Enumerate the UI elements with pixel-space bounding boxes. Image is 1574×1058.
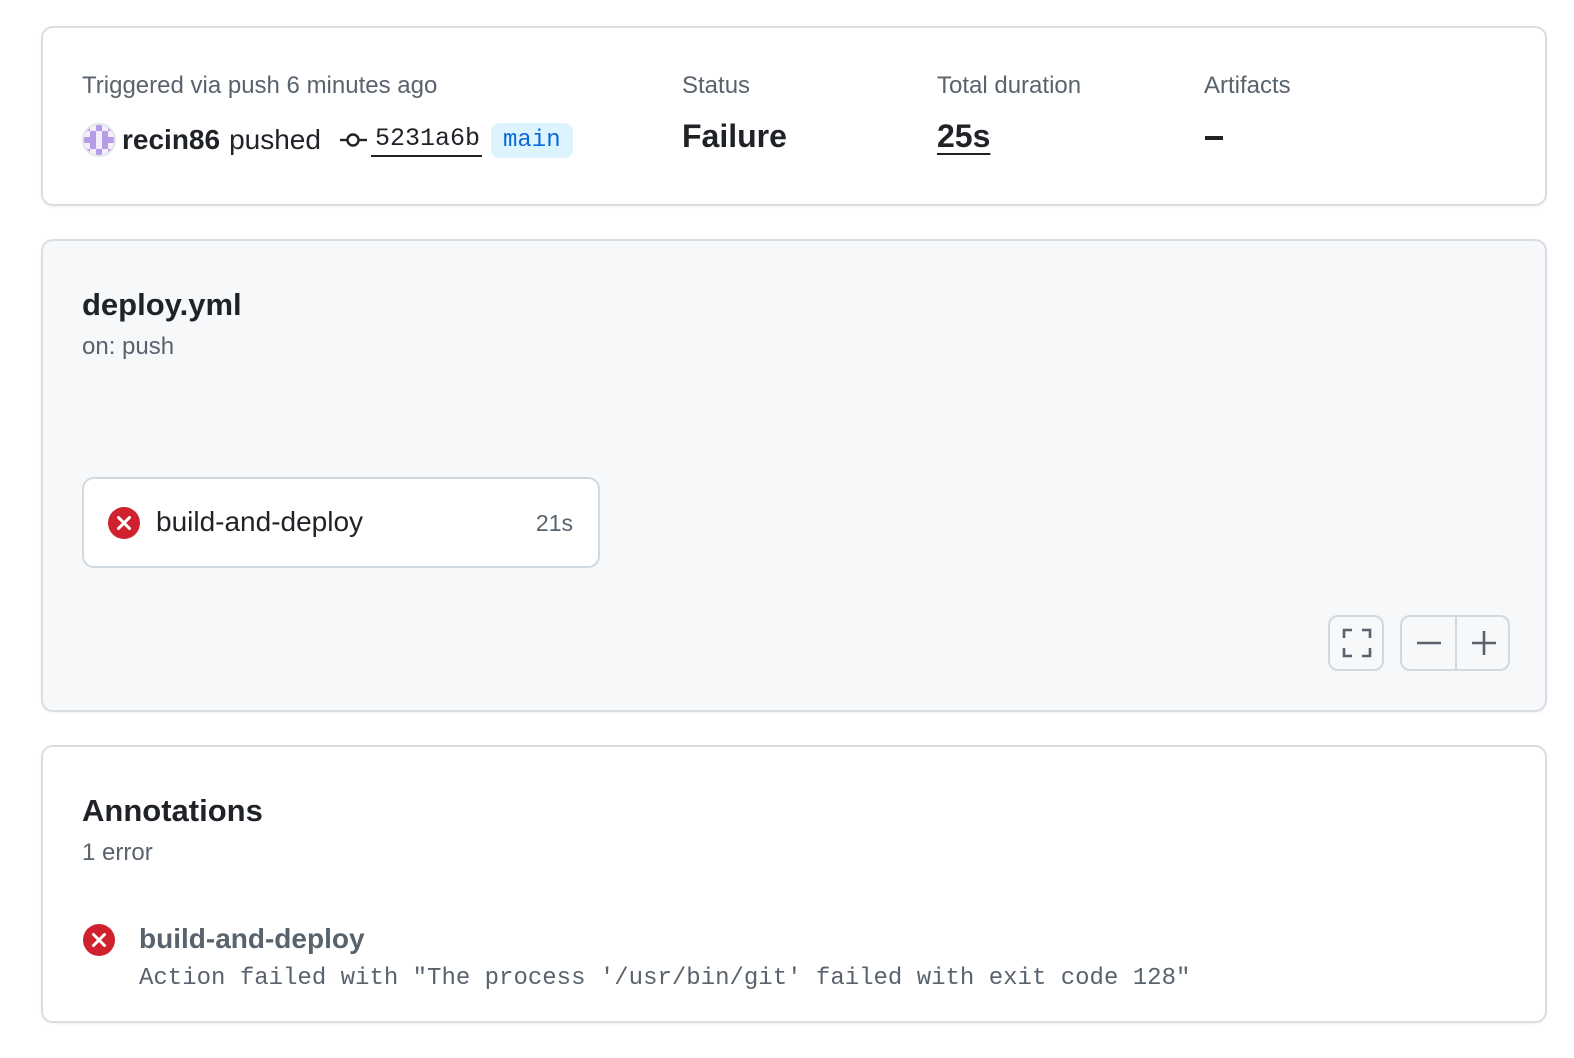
trigger-row: recin86 pushed 5231a6b main — [82, 122, 573, 158]
minus-icon — [1417, 641, 1441, 645]
zoom-out-button[interactable] — [1402, 617, 1456, 669]
zoom-controls — [1400, 615, 1510, 671]
zoom-in-button[interactable] — [1457, 617, 1511, 669]
workflow-graph-card: deploy.yml on: push build-and-deploy 21s — [41, 239, 1547, 712]
total-duration-label: Total duration — [937, 72, 1082, 99]
x-circle-fill-icon — [108, 507, 140, 539]
run-summary-card: Triggered via push 6 minutes ago recin86… — [41, 26, 1547, 206]
job-node-build-and-deploy[interactable]: build-and-deploy 21s — [82, 477, 600, 568]
status-label: Status — [682, 72, 751, 99]
artifacts-label: Artifacts — [1204, 72, 1291, 99]
status-value: Failure — [682, 118, 787, 154]
job-name: build-and-deploy — [156, 506, 364, 537]
avatar[interactable] — [82, 123, 116, 157]
git-commit-icon — [339, 133, 367, 147]
branch-label[interactable]: main — [490, 122, 573, 158]
annotation-message: Action failed with "The process '/usr/bi… — [139, 965, 1191, 992]
job-duration: 21s — [535, 510, 573, 536]
total-duration-link[interactable]: 25s — [937, 118, 990, 155]
artifacts-value — [1205, 136, 1223, 140]
annotation-job-link[interactable]: build-and-deploy — [139, 923, 365, 955]
annotations-title: Annotations — [82, 793, 263, 828]
annotations-card: Annotations 1 error build-and-deploy Act… — [41, 745, 1547, 1023]
identicon-icon — [84, 125, 114, 155]
fullscreen-button[interactable] — [1328, 615, 1384, 671]
x-circle-fill-icon — [83, 924, 115, 956]
plus-icon — [1472, 631, 1496, 655]
workflow-file-name: deploy.yml — [82, 287, 242, 322]
annotations-count: 1 error — [82, 839, 153, 866]
workflow-trigger: on: push — [82, 333, 175, 360]
fullscreen-icon — [1330, 617, 1384, 669]
trigger-text: Triggered via push 6 minutes ago — [82, 72, 438, 99]
commit-sha-link[interactable]: 5231a6b — [370, 124, 482, 157]
actor-link[interactable]: recin86 — [122, 124, 220, 156]
push-action-text: pushed — [229, 124, 321, 155]
